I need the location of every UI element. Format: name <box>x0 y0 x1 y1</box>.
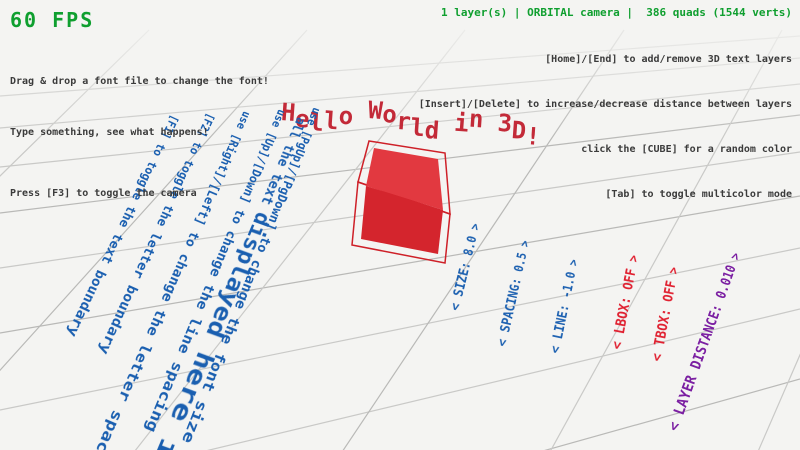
hud-top-left: 60 FPS Drag & drop a font file to change… <box>10 8 269 236</box>
hint-layer-distance-keys: [Insert]/[Delete] to increase/decrease d… <box>419 97 792 112</box>
status-bar: 1 layer(s) | ORBITAL camera | 386 quads … <box>419 6 792 19</box>
hint-toggle-camera: Press [F3] to toggle the camera <box>10 185 269 202</box>
hint-click-cube: click the [CUBE] for a random color <box>419 142 792 157</box>
hint-drag-drop-font: Drag & drop a font file to change the fo… <box>10 73 269 90</box>
hint-add-remove-layers: [Home]/[End] to add/remove 3D text layer… <box>419 52 792 67</box>
hint-multicolor-mode: [Tab] to toggle multicolor mode <box>419 187 792 202</box>
fps-counter: 60 FPS <box>10 8 269 32</box>
viewport: Hello World in 3D! all the text displaye… <box>0 0 800 450</box>
hint-type-something: Type something, see what happens! <box>10 124 269 141</box>
hud-top-right: 1 layer(s) | ORBITAL camera | 386 quads … <box>419 6 792 232</box>
